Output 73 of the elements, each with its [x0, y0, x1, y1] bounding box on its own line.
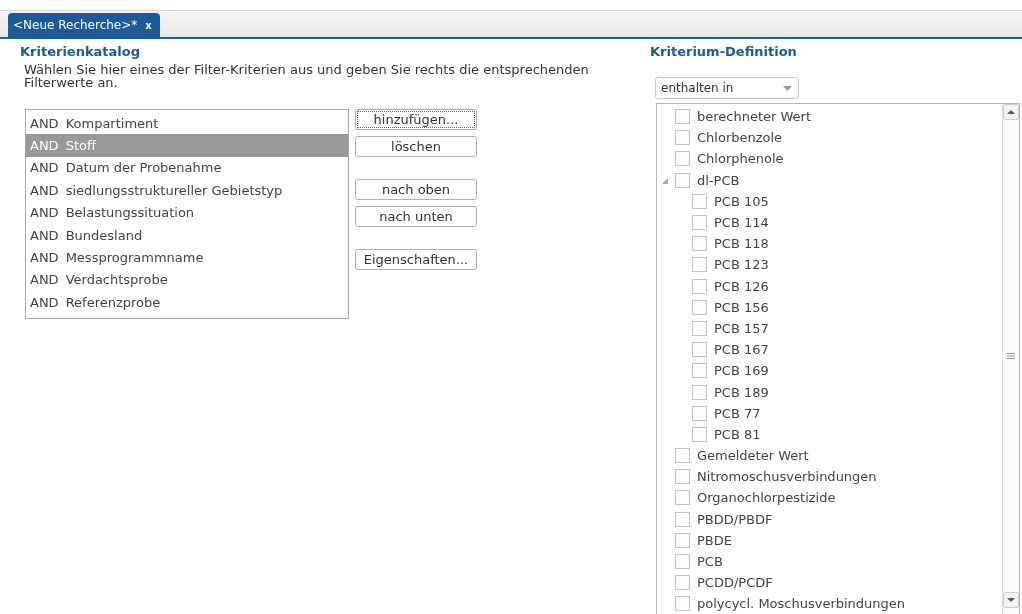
tree-item-label: PCB 167 — [714, 342, 769, 358]
section-title: Kriterium-Definition — [650, 44, 798, 59]
section-title: Kriterienkatalog — [20, 44, 141, 59]
checkbox[interactable] — [675, 511, 690, 527]
checkbox[interactable] — [692, 426, 707, 442]
checkbox[interactable] — [675, 490, 690, 506]
action-button[interactable]: löschen — [355, 136, 477, 157]
checkbox[interactable] — [675, 554, 690, 570]
scrollbar[interactable] — [1002, 104, 1019, 614]
checkbox[interactable] — [692, 193, 707, 209]
tree-item-label: Chlorbenzole — [697, 130, 783, 146]
action-button[interactable]: nach unten — [355, 206, 477, 227]
checkbox[interactable] — [692, 215, 707, 231]
checkbox[interactable] — [692, 363, 707, 379]
checkbox[interactable] — [675, 532, 690, 548]
tree-item-label: PCB 81 — [714, 426, 761, 442]
checkbox[interactable] — [675, 172, 690, 188]
list-item[interactable]: AND Bundesland — [26, 223, 348, 247]
tree-item-label: PCB — [697, 554, 723, 570]
tree-item-label: PCB 189 — [714, 384, 769, 400]
tree-item-label: Organochlorpestizide — [697, 490, 836, 506]
tree-item-label: PCB 118 — [714, 236, 769, 252]
instruction-text: Wählen Sie hier eines der Filter-Kriterien aus und geben Sie rechts die entsprechenden Filterwerte an. — [23, 63, 590, 89]
list-item[interactable]: AND Referenzprobe — [26, 291, 348, 314]
list-item[interactable]: AND Kompartiment — [26, 112, 348, 135]
tree-item-label: PCB 123 — [714, 257, 769, 273]
tree-item-label: PCB 105 — [714, 193, 769, 209]
checkbox[interactable] — [692, 320, 707, 336]
checkbox[interactable] — [675, 130, 690, 146]
checkbox[interactable] — [692, 342, 707, 358]
checkbox[interactable] — [692, 257, 707, 273]
tree-item-label: PCB 156 — [714, 299, 769, 315]
tree-item-label: dl-PCB — [697, 172, 740, 188]
tree-item-label: PBDD/PBDF — [697, 511, 773, 527]
checkbox[interactable] — [675, 448, 690, 464]
tree-item-label: PCB 77 — [714, 405, 761, 421]
dropdown-arrow-icon — [783, 85, 792, 91]
tree-item-label: Gemeldeter Wert — [697, 448, 809, 464]
list-item[interactable]: AND Messprogrammname — [26, 246, 348, 269]
checkbox[interactable] — [692, 278, 707, 294]
checkbox[interactable] — [675, 575, 690, 591]
checkbox[interactable] — [675, 151, 690, 167]
scroll-up-icon[interactable] — [1003, 104, 1019, 120]
tab[interactable]: <Neue Recherche>* x — [8, 13, 160, 37]
tree-item-label: PCB 126 — [714, 278, 769, 294]
checkbox[interactable] — [675, 596, 690, 612]
tree-item-label: berechneter Wert — [697, 109, 812, 125]
action-button[interactable]: nach oben — [355, 179, 477, 200]
checkbox[interactable] — [692, 299, 707, 315]
expanded-icon[interactable] — [661, 176, 669, 185]
tree-item-label: PCDD/PCDF — [697, 575, 773, 591]
close-icon[interactable]: x — [145, 19, 152, 31]
list-item[interactable]: AND siedlungsstruktureller Gebietstyp — [26, 179, 348, 202]
checkbox[interactable] — [675, 109, 690, 125]
list-item[interactable]: AND Belastungssituation — [26, 201, 348, 224]
list-item[interactable]: AND Verdachtsprobe — [26, 268, 348, 292]
grip-icon[interactable] — [1007, 352, 1015, 360]
operator-dropdown[interactable]: enthalten in — [655, 77, 799, 99]
checkbox[interactable] — [675, 469, 690, 485]
checkbox[interactable] — [692, 405, 707, 421]
checkbox[interactable] — [692, 384, 707, 400]
tree-item-label: PCB 169 — [714, 363, 769, 379]
tree-item-label: Chlorphenole — [697, 151, 784, 167]
action-button[interactable]: Eigenschaften... — [355, 249, 477, 270]
list-item[interactable]: AND Datum der Probenahme — [26, 156, 348, 180]
tree-item-label: PCB 114 — [714, 215, 769, 231]
action-button[interactable]: hinzufügen... — [355, 109, 477, 130]
scroll-down-icon[interactable] — [1003, 592, 1019, 608]
tree-item-label: PCB 157 — [714, 320, 769, 336]
tree-item-label: Nitromoschusverbindungen — [697, 469, 877, 485]
tree-item-label: polycycl. Moschusverbindungen — [697, 596, 906, 612]
tree-item-label: PBDE — [697, 532, 732, 548]
checkbox[interactable] — [692, 236, 707, 252]
